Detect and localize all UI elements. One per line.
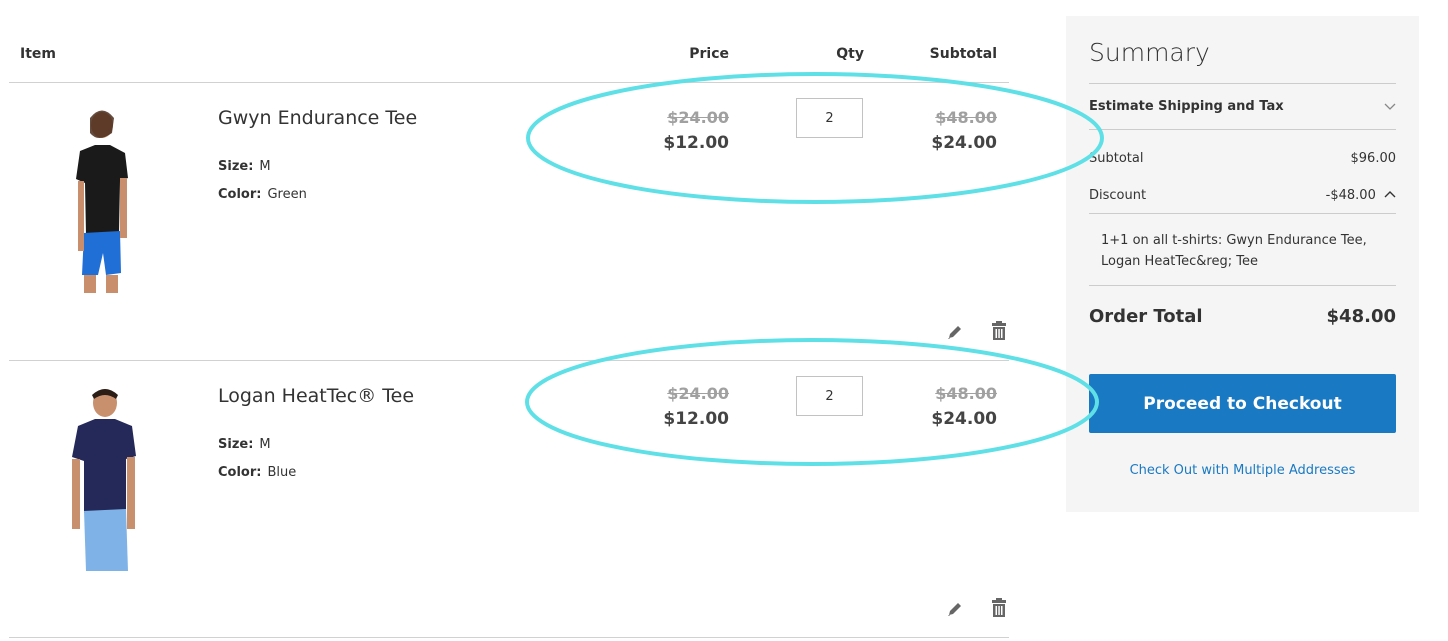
original-price: $24.00 <box>667 384 729 403</box>
shirt-shape <box>72 419 136 513</box>
column-header-price: Price <box>689 46 729 62</box>
summary-divider <box>1089 129 1396 130</box>
discount-value: -$48.00 <box>1325 188 1376 203</box>
qty-input[interactable] <box>796 376 863 416</box>
order-total-label: Order Total <box>1089 306 1203 327</box>
summary-divider <box>1089 285 1396 286</box>
order-summary-panel: Summary Estimate Shipping and Tax Subtot… <box>1066 16 1419 512</box>
product-option-size: Size: M <box>218 159 271 174</box>
pencil-icon[interactable] <box>944 321 966 343</box>
discount-description: 1+1 on all t-shirts: Gwyn Endurance Tee,… <box>1101 233 1367 269</box>
product-image[interactable] <box>50 381 160 571</box>
original-price: $24.00 <box>667 108 729 127</box>
row-divider <box>9 637 1009 638</box>
trash-icon[interactable] <box>988 597 1010 619</box>
discounted-price: $12.00 <box>663 133 729 153</box>
product-option-color: Color: Green <box>218 187 307 202</box>
discount-label: Discount <box>1089 188 1147 203</box>
option-label: Color: <box>218 187 262 202</box>
cart-item-row: Logan HeatTec® Tee Size: M Color: Blue $24… <box>0 361 1010 639</box>
option-label: Size: <box>218 437 254 452</box>
order-total-value: $48.00 <box>1326 306 1396 327</box>
product-name[interactable]: Gwyn Endurance Tee <box>218 107 417 129</box>
column-header-qty: Qty <box>836 46 864 62</box>
estimate-shipping-toggle[interactable]: Estimate Shipping and Tax <box>1089 99 1284 114</box>
option-label: Color: <box>218 465 262 480</box>
original-subtotal: $48.00 <box>935 384 997 403</box>
discount-toggle[interactable]: -$48.00 <box>1326 188 1396 203</box>
product-name[interactable]: Logan HeatTec® Tee <box>218 385 414 407</box>
option-value: M <box>259 159 271 174</box>
chevron-up-icon <box>1384 191 1396 198</box>
cart-item-row: Gwyn Endurance Tee Size: M Color: Green $2… <box>0 83 1010 361</box>
pencil-icon[interactable] <box>944 598 966 620</box>
summary-title: Summary <box>1089 38 1210 67</box>
qty-input[interactable] <box>796 98 863 138</box>
discounted-price: $12.00 <box>663 409 729 429</box>
subtotal-label: Subtotal <box>1089 151 1144 166</box>
option-value: M <box>259 437 271 452</box>
proceed-to-checkout-button[interactable]: Proceed to Checkout <box>1089 374 1396 433</box>
product-option-color: Color: Blue <box>218 465 296 480</box>
option-value: Green <box>267 187 307 202</box>
trash-icon[interactable] <box>988 320 1010 342</box>
discounted-subtotal: $24.00 <box>931 409 997 429</box>
product-image[interactable] <box>50 103 160 293</box>
original-subtotal: $48.00 <box>935 108 997 127</box>
cart-table: Item Price Qty Subtotal Gwyn Endurance T… <box>0 0 1010 641</box>
chevron-down-icon[interactable] <box>1383 98 1397 117</box>
product-option-size: Size: M <box>218 437 271 452</box>
column-header-item: Item <box>20 46 56 62</box>
summary-divider <box>1089 213 1396 214</box>
column-header-subtotal: Subtotal <box>929 46 997 62</box>
option-value: Blue <box>267 465 297 480</box>
subtotal-value: $96.00 <box>1350 151 1397 166</box>
option-label: Size: <box>218 159 254 174</box>
discounted-subtotal: $24.00 <box>931 133 997 153</box>
multiple-addresses-link[interactable]: Check Out with Multiple Addresses <box>1066 463 1419 478</box>
summary-divider <box>1089 83 1396 84</box>
